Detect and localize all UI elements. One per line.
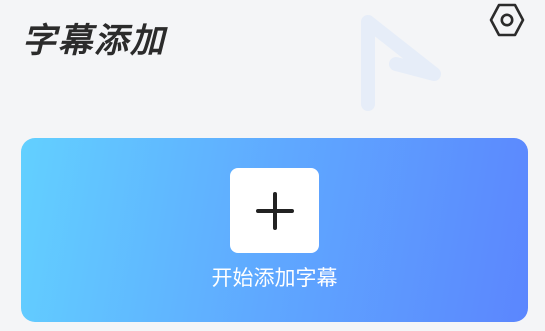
add-subtitle-label: 开始添加字幕 bbox=[211, 266, 338, 290]
add-subtitle-card[interactable]: 开始添加字幕 bbox=[21, 138, 528, 322]
add-subtitle-button[interactable] bbox=[230, 168, 319, 253]
settings-button[interactable] bbox=[486, 0, 528, 40]
plus-icon bbox=[255, 191, 294, 230]
subtitle-add-page: 字幕添加 开始添加字幕 bbox=[0, 0, 545, 331]
hexagon-gear-icon bbox=[489, 3, 525, 37]
page-title: 字幕添加 bbox=[22, 21, 166, 61]
play-triangle-watermark-icon bbox=[361, 15, 441, 111]
